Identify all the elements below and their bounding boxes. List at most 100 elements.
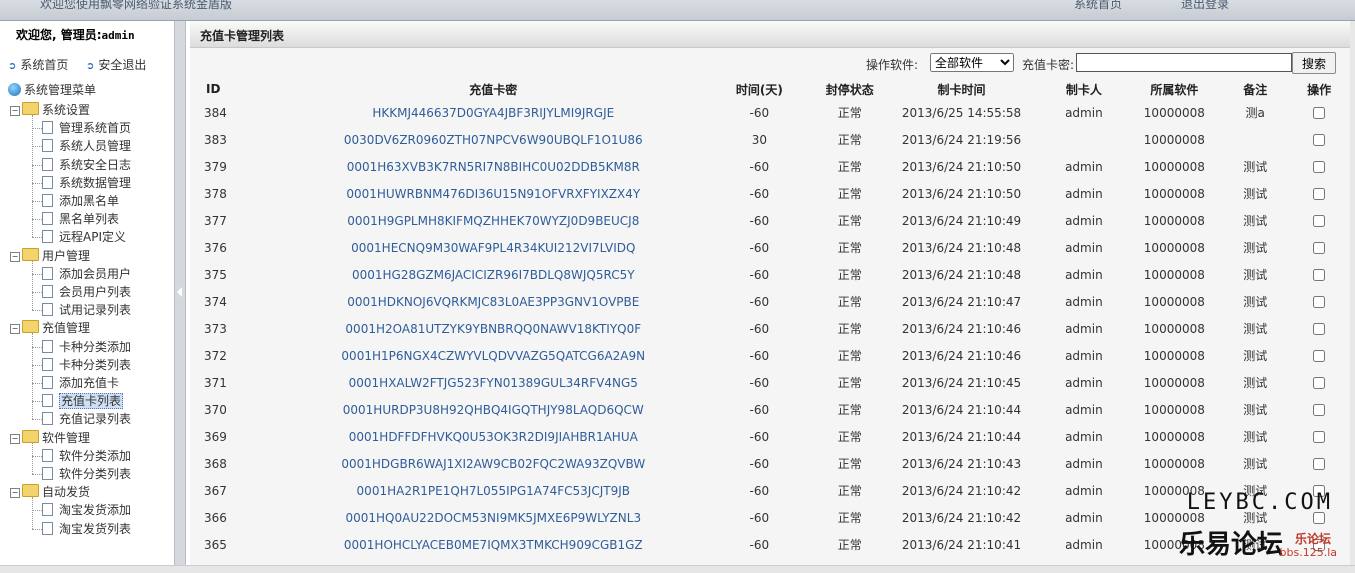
sidebar-item[interactable]: 系统数据管理 [42,174,131,191]
collapse-toggle-icon[interactable]: − [10,106,20,116]
cell-created: 2013/6/24 21:10:47 [901,294,1022,309]
cell-software: 10000008 [1143,375,1205,390]
menu-tree-root[interactable]: 系统管理菜单 [8,81,96,98]
row-select-checkbox[interactable] [1313,512,1326,524]
cell-card-key[interactable]: 0001HURDP3U8H92QHBQ4IGQTHJY98LAQD6QCW [286,396,701,423]
row-select-checkbox[interactable] [1313,134,1326,146]
cell-status: 正常 [837,133,862,147]
sidebar-item[interactable]: 会员用户列表 [42,283,131,300]
globe-icon [8,83,21,96]
cell-created: 2013/6/24 21:10:43 [901,456,1022,471]
sidebar-item[interactable]: 试用记录列表 [42,301,131,318]
sidebar-group[interactable]: − 系统设置 [10,101,90,118]
cell-card-key[interactable]: 0001HOHCLYACEB0ME7IQMX3TMKCH909CGB1GZ [286,531,701,558]
col-header-action: 操作 [1288,79,1350,99]
row-select-checkbox[interactable] [1313,458,1326,470]
cell-card-key[interactable]: 0001HA2R1PE1QH7L055IPG1A74FC53JCJT9JB [286,477,701,504]
cell-card-key[interactable]: 0001HQ0AU22DOCM53NI9MK5JMXE6P9WLYZNL3 [286,504,701,531]
cell-card-key[interactable]: 0001HXALW2FTJG523FYN01389GUL34RFV4NG5 [286,369,701,396]
cell-action [1288,531,1350,558]
collapse-toggle-icon[interactable]: − [10,488,20,499]
collapse-toggle-icon[interactable]: − [10,324,20,335]
sidebar-item[interactable]: 远程API定义 [42,228,126,245]
sidebar-item[interactable]: 卡种分类列表 [42,356,131,373]
software-select[interactable]: 全部软件 [930,53,1014,72]
col-header-creator: 制卡人 [1041,79,1127,99]
row-select-checkbox[interactable] [1313,431,1326,443]
collapse-arrow-icon[interactable] [177,287,182,297]
cell-card-key[interactable]: 0001H63XVB3K7RN5RI7N8BIHC0U02DDB5KM8R [286,153,701,180]
cell-card-key[interactable]: 0030DV6ZR0960ZTH07NPCV6W90UBQLF1O1U86 [286,126,701,153]
sidebar-item[interactable]: 管理系统首页 [42,119,131,136]
sidebar-item[interactable]: 软件分类列表 [42,465,131,482]
cell-days: -60 [749,375,770,390]
card-search-input[interactable] [1076,53,1292,72]
cell-card-key[interactable]: 0001H1P6NGX4CZWYVLQDVVAZG5QATCG6A2A9N [286,342,701,369]
cell-action [1288,369,1350,396]
cell-software: 10000008 [1143,267,1205,282]
bullet-icon: ➲ [86,61,95,72]
search-button[interactable]: 搜索 [1292,52,1336,74]
row-select-checkbox[interactable] [1313,107,1326,119]
cell-card-key[interactable]: 0001HDKNOJ6VQRKMJC83L0AE3PP3GNV1OVPBE [286,288,701,315]
cell-note: 测试 [1243,376,1268,390]
cell-card-key[interactable]: 0001HG28GZM6JACICIZR96I7BDLQ8WJQ5RC5Y [286,261,701,288]
row-select-checkbox[interactable] [1313,323,1326,335]
cell-card-key[interactable]: 0001H2OA81UTZYK9YBNBRQQ0NAWV18KTIYQ0F [286,315,701,342]
sidebar-splitter[interactable] [174,21,186,572]
cell-note: 测试 [1243,484,1268,498]
row-select-checkbox[interactable] [1313,161,1326,173]
sidebar-item[interactable]: 系统安全日志 [42,156,131,173]
sidebar-item[interactable]: 添加充值卡 [42,374,119,391]
cell-card-key[interactable]: 0001HDFFDFHVKQ0U53OK3R2DI9JIAHBR1AHUA [286,423,701,450]
row-select-checkbox[interactable] [1313,404,1326,416]
cell-action [1288,504,1350,531]
table-row: 384 HKKMJ446637D0GYA4JBF3RIJYLMI9JRGJE -60… [190,99,1350,126]
sidebar-group[interactable]: − 软件管理 [10,429,90,446]
sidebar-item[interactable]: 充值记录列表 [42,410,131,427]
sidebar-item[interactable]: 卡种分类添加 [42,338,131,355]
cell-card-key[interactable]: 0001HECNQ9M30WAF9PL4R34KUI212VI7LVIDQ [286,234,701,261]
cell-days: -60 [749,483,770,498]
sidebar-item[interactable]: 淘宝发货添加 [42,501,131,518]
row-select-checkbox[interactable] [1313,485,1326,497]
cell-id: 376 [204,240,227,255]
row-select-checkbox[interactable] [1313,539,1326,551]
row-select-checkbox[interactable] [1313,242,1326,254]
sidebar-item[interactable]: 系统人员管理 [42,137,131,154]
row-select-checkbox[interactable] [1313,188,1326,200]
cell-software: 10000008 [1143,429,1205,444]
sidebar-group[interactable]: − 用户管理 [10,247,90,264]
collapse-toggle-icon[interactable]: − [10,251,20,262]
cell-card-key[interactable]: 0001H9GPLMH8KIFMQZHHEK70WYZJ0D9BEUCJ8 [286,207,701,234]
vertical-scrollbar[interactable] [1350,21,1355,572]
table-row: 373 0001H2OA81UTZYK9YBNBRQQ0NAWV18KTIYQ0F… [190,315,1350,342]
sidebar-item[interactable]: 黑名单列表 [42,210,119,227]
row-select-checkbox[interactable] [1313,269,1326,281]
cell-action [1288,153,1350,180]
filter-bar: 操作软件: 全部软件 充值卡密: 搜索 [866,52,1336,74]
sidebar-item[interactable]: 淘宝发货列表 [42,520,131,537]
sidebar-item[interactable]: 添加黑名单 [42,192,119,209]
row-select-checkbox[interactable] [1313,377,1326,389]
document-icon [42,503,53,517]
table-row: 365 0001HOHCLYACEB0ME7IQMX3TMKCH909CGB1GZ… [190,531,1350,558]
cell-creator: admin [1065,213,1103,228]
top-nav-logout-link[interactable]: 退出登录 [1181,0,1229,12]
cell-card-key[interactable]: HKKMJ446637D0GYA4JBF3RIJYLMI9JRGJE [286,99,701,126]
sidebar-item[interactable]: 软件分类添加 [42,447,131,464]
quick-logout-link[interactable]: ➲ 安全退出 [86,56,146,73]
document-icon [42,230,53,244]
cell-card-key[interactable]: 0001HDGBR6WAJ1XI2AW9CB02FQC2WA93ZQVBW [286,450,701,477]
row-select-checkbox[interactable] [1313,350,1326,362]
row-select-checkbox[interactable] [1313,296,1326,308]
sidebar-group[interactable]: − 自动发货 [10,483,90,500]
cell-card-key[interactable]: 0001HUWRBNM476DI36U15N91OFVRXFYIXZX4Y [286,180,701,207]
quick-home-link[interactable]: ➲ 系统首页 [8,56,68,73]
collapse-toggle-icon[interactable]: − [10,433,20,444]
sidebar-item[interactable]: 添加会员用户 [42,265,131,282]
sidebar-item[interactable]: 充值卡列表 [42,392,124,410]
row-select-checkbox[interactable] [1313,215,1326,227]
top-nav-home-link[interactable]: 系统首页 [1074,0,1122,12]
sidebar-group[interactable]: − 充值管理 [10,319,90,336]
